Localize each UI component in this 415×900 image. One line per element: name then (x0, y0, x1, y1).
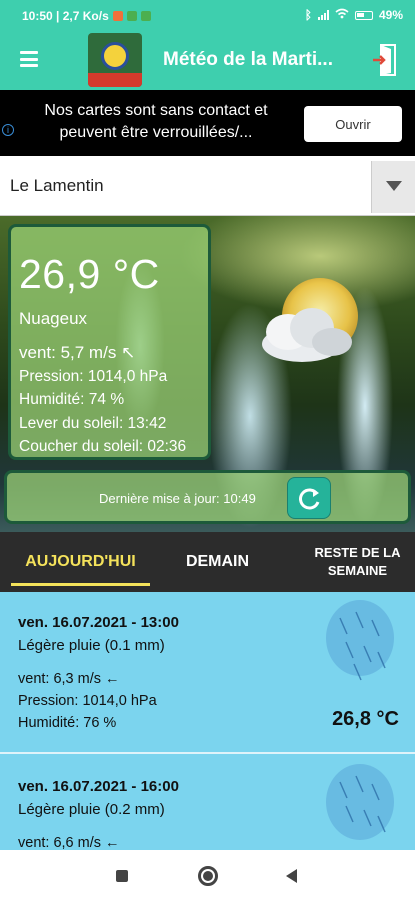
forecast-tabs: AUJOURD'HUI DEMAIN RESTE DE LA SEMAINE (0, 532, 415, 592)
signal-icon (317, 10, 329, 20)
hamburger-menu-icon[interactable] (20, 51, 38, 67)
back-icon[interactable] (286, 869, 297, 883)
current-details: vent: 5,7 m/s ↖ Pression: 1014,0 hPa Hum… (19, 341, 186, 459)
app-bar: Météo de la Marti... (0, 30, 415, 90)
forecast-date: ven. 16.07.2021 - 13:00 (18, 614, 179, 631)
forecast-description: Légère pluie (0.2 mm) (18, 801, 165, 818)
current-condition: Nuageux (19, 309, 88, 328)
ad-info-icon[interactable]: i (2, 124, 14, 136)
wifi-icon (335, 8, 349, 22)
forecast-humidity: Humidité: 76 % (18, 715, 117, 731)
current-wind: vent: 5,7 m/s ↖ (19, 343, 136, 362)
update-bar: Dernière mise à jour: 10:49 (4, 470, 411, 524)
status-right: ᛒ 49% (305, 8, 403, 22)
bluetooth-icon: ᛒ (304, 8, 312, 22)
current-pressure: Pression: 1014,0 hPa (19, 367, 168, 385)
current-sunrise: Lever du soleil: 13:42 (19, 414, 167, 432)
forecast-pressure: Pression: 1014,0 hPa (18, 693, 157, 709)
forecast-wind: vent: 6,3 m/s ← (18, 671, 120, 687)
tab-rest-line2: SEMAINE (327, 563, 388, 578)
rain-icon (326, 764, 394, 840)
tab-rest-line1: RESTE DE LA (314, 545, 401, 560)
forecast-item[interactable]: ven. 16.07.2021 - 16:00 Légère pluie (0.… (0, 756, 415, 850)
tab-tomorrow-label: DEMAIN (185, 553, 250, 570)
forecast-item[interactable]: ven. 16.07.2021 - 13:00 Légère pluie (0.… (0, 592, 415, 754)
current-weather-card: 26,9 °C Nuageux vent: 5,7 m/s ↖ Pression… (8, 224, 211, 460)
refresh-icon (299, 488, 320, 510)
location-value: Le Lamentin (10, 176, 104, 195)
ad-open-button[interactable]: Ouvrir (304, 106, 402, 142)
home-icon[interactable] (198, 866, 218, 886)
forecast-list[interactable]: ven. 16.07.2021 - 13:00 Légère pluie (0.… (0, 592, 415, 850)
notification-chip-icon (112, 11, 123, 21)
forecast-details: vent: 6,3 m/s ← Pression: 1014,0 hPa Hum… (18, 668, 157, 734)
app-title: Météo de la Marti... (163, 49, 333, 70)
refresh-button[interactable] (287, 477, 331, 519)
status-bar: 10:50 | 2,7 Ko/s ᛒ 49% (0, 0, 415, 30)
notification-chip-icon (140, 11, 151, 21)
battery-icon (354, 10, 373, 20)
last-update-text: Dernière mise à jour: 10:49 (99, 491, 256, 506)
battery-percent: 49% (378, 8, 403, 22)
current-weather-hero: 26,9 °C Nuageux vent: 5,7 m/s ↖ Pression… (0, 216, 415, 532)
exit-door-icon[interactable] (373, 44, 397, 76)
tab-today-label: AUJOURD'HUI (25, 553, 136, 570)
status-left: 10:50 | 2,7 Ko/s (22, 9, 151, 23)
status-time-speed: 10:50 | 2,7 Ko/s (22, 9, 109, 23)
ad-banner[interactable]: i Nos cartes sont sans contact et peuven… (0, 90, 415, 156)
forecast-details: vent: 6,6 m/s ← (18, 832, 120, 850)
tab-rest-of-week[interactable]: RESTE DE LA SEMAINE (300, 532, 415, 592)
active-tab-indicator (11, 583, 150, 586)
forecast-date: ven. 16.07.2021 - 16:00 (18, 778, 179, 795)
location-select[interactable]: Le Lamentin (0, 156, 415, 216)
tab-today[interactable]: AUJOURD'HUI (11, 532, 150, 592)
current-humidity: Humidité: 74 % (19, 391, 125, 408)
system-nav-bar (0, 850, 415, 900)
sun-behind-cloud-icon (262, 278, 358, 362)
ad-text: Nos cartes sont sans contact et peuvent … (44, 102, 268, 141)
current-sunset: Coucher du soleil: 02:36 (19, 438, 187, 455)
app-logo (88, 33, 142, 87)
tab-tomorrow[interactable]: DEMAIN (150, 532, 285, 592)
tab-rest-of-week-label: RESTE DE LA SEMAINE (315, 544, 401, 580)
notification-chip-icon (126, 11, 137, 21)
current-temperature: 26,9 °C (19, 251, 160, 297)
forecast-wind: vent: 6,6 m/s ← (18, 835, 120, 850)
rain-icon (326, 600, 394, 681)
forecast-description: Légère pluie (0.1 mm) (18, 637, 165, 654)
forecast-temperature: 26,8 °C (332, 708, 399, 730)
chevron-down-icon[interactable] (371, 161, 415, 213)
recent-apps-icon[interactable] (116, 870, 128, 882)
